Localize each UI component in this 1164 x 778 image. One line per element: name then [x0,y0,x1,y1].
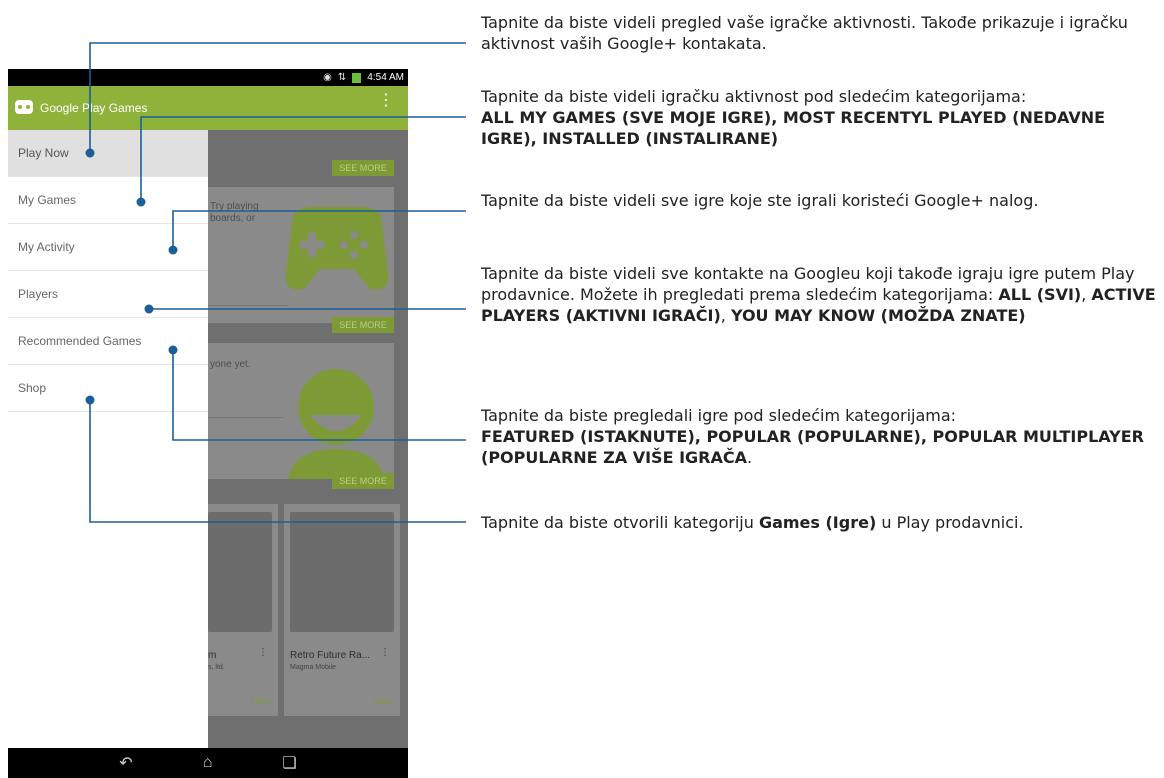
callout-shop: Tapnite da biste otvorili kategoriju Gam… [481,513,1024,532]
callout-dot [85,395,95,405]
callout-my-activity: Tapnite da biste videli sve igre koje st… [481,191,1039,210]
callout-dot [144,304,154,314]
callout-dot [136,197,146,207]
callout-dot [85,148,95,158]
callout-dot [168,345,178,355]
callout-players: Tapnite da biste videli sve kontakte na … [481,264,1156,325]
callout-recommended-games: Tapnite da biste pregledali igre pod sle… [481,406,1144,467]
callout-my-games: Tapnite da biste videli igračku aktivnos… [481,87,1106,148]
callout-dot [168,245,178,255]
callout-play-now: Tapnite da biste videli pregled vaše igr… [481,13,1128,53]
